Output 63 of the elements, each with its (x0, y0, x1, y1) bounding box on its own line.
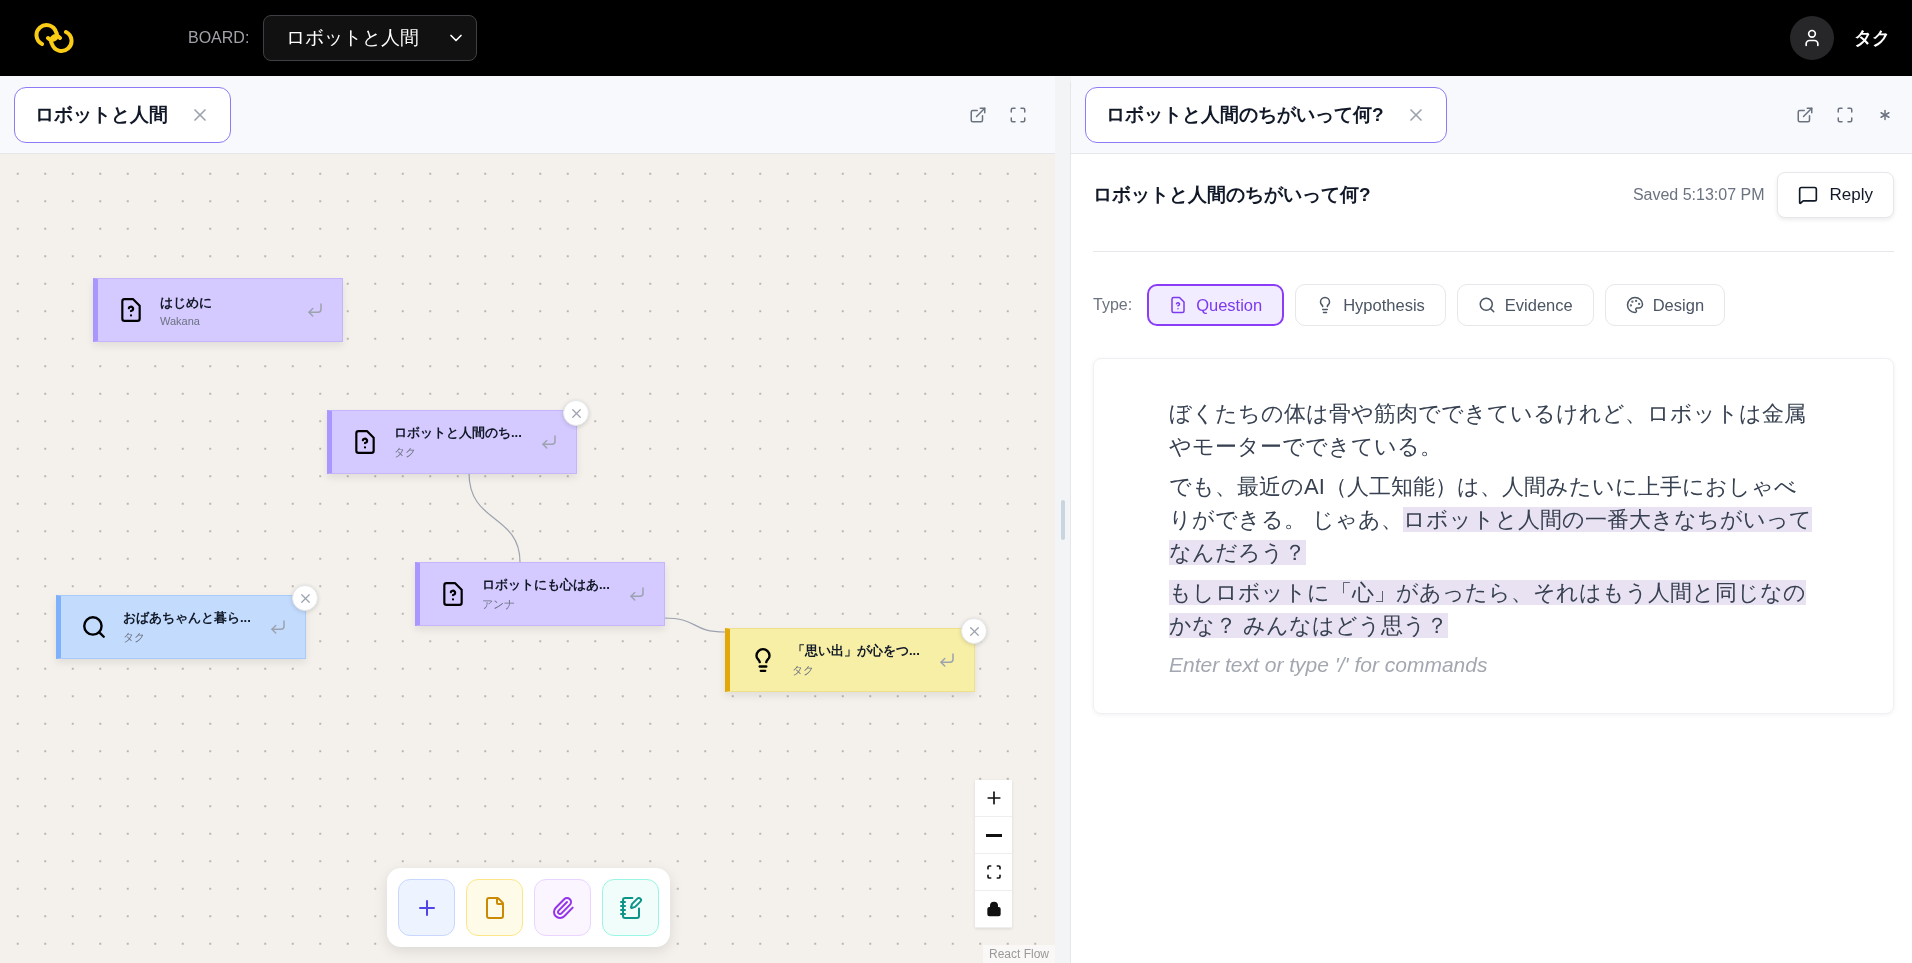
node-title: おばあちゃんと暮ら... (123, 609, 252, 627)
saved-status: Saved 5:13:07 PM (1632, 186, 1765, 204)
node-close-button[interactable] (961, 618, 987, 644)
node-author: Wakana (160, 314, 201, 327)
document-title: ロボットと人間のちがいって何? (1093, 183, 1372, 207)
fit-view-icon (985, 864, 1002, 880)
edge-line (662, 617, 726, 633)
file-question-icon (1169, 296, 1188, 314)
enter-icon (540, 433, 558, 451)
board-label: BOARD: (188, 29, 250, 47)
node-title: はじめに (160, 293, 213, 312)
node-card[interactable]: ロボットにも心はあ... アンナ (415, 562, 665, 626)
node-author: タク (792, 663, 815, 678)
node-title: 「思い出」が心をつ... (792, 642, 921, 660)
fit-view-button[interactable] (975, 854, 1012, 891)
node-card[interactable]: おばあちゃんと暮ら... タク (56, 595, 306, 659)
user-name: タク (1854, 27, 1890, 50)
type-chip[interactable]: Evidence (1456, 284, 1594, 326)
reply-button[interactable]: Reply (1776, 172, 1894, 218)
tool-button[interactable] (602, 879, 659, 936)
node-author: タク (394, 445, 417, 460)
enter-icon (269, 618, 287, 636)
user-icon (1802, 28, 1822, 48)
minus-icon (985, 833, 1002, 837)
notebook-pen-icon (618, 895, 643, 920)
paperclip-icon (550, 895, 575, 920)
message-icon (1797, 185, 1818, 205)
node-card[interactable]: 「思い出」が心をつ... タク (725, 628, 975, 692)
panel-tab[interactable]: ロボットと人間のちがいって何? (1085, 86, 1447, 143)
lock-button[interactable] (975, 891, 1012, 928)
file-question-icon (352, 429, 378, 455)
type-chip[interactable]: Hypothesis (1295, 284, 1446, 326)
palette-icon (1625, 296, 1644, 314)
board-select[interactable]: ロボットと人間 (263, 15, 478, 61)
enter-icon (938, 651, 956, 669)
search-icon (1477, 296, 1496, 314)
type-chip[interactable]: Design (1604, 284, 1726, 326)
zoom-out-button[interactable] (975, 817, 1012, 854)
paragraph-text: もしロボットに「心」があったら、それはもう人間と同じなのかな？ みんなはどう思う？ (1169, 579, 1807, 640)
node-author: タク (123, 630, 146, 645)
node-card[interactable]: ロボットと人間のち... タク (327, 410, 577, 474)
enter-icon (306, 301, 324, 319)
user-avatar[interactable] (1790, 16, 1834, 60)
node-close-button[interactable] (563, 400, 589, 426)
zoom-in-button[interactable] (975, 780, 1012, 817)
panel-tab[interactable]: ロボットと人間 (14, 86, 231, 143)
node-close-button[interactable] (292, 585, 318, 611)
node-title: ロボットにも心はあ... (482, 576, 611, 594)
node-author: アンナ (482, 597, 516, 612)
lock-icon (985, 901, 1002, 917)
tool-button[interactable] (534, 879, 591, 936)
paragraph-text: でも、最近のAI（人工知能）は、人間みたいに上手におしゃべりができる。 じゃあ、ロボットと人間の一番大きなちがいってなんだろう？ (1169, 473, 1814, 567)
type-label: Type: (1093, 296, 1133, 314)
type-chip[interactable]: Question (1147, 284, 1285, 326)
tool-button[interactable] (466, 879, 523, 936)
paragraph-text: ぼくたちの体は骨や筋肉でできているけれど、ロボットは金属やモーターでできている。 (1169, 400, 1807, 461)
resize-handle[interactable] (1060, 499, 1065, 540)
file-question-icon (118, 297, 144, 323)
node-card[interactable]: はじめに Wakana (93, 278, 343, 342)
node-title: ロボットと人間のち... (394, 424, 523, 442)
search-icon (81, 614, 107, 640)
file-question-icon (440, 581, 466, 607)
enter-icon (628, 585, 646, 603)
